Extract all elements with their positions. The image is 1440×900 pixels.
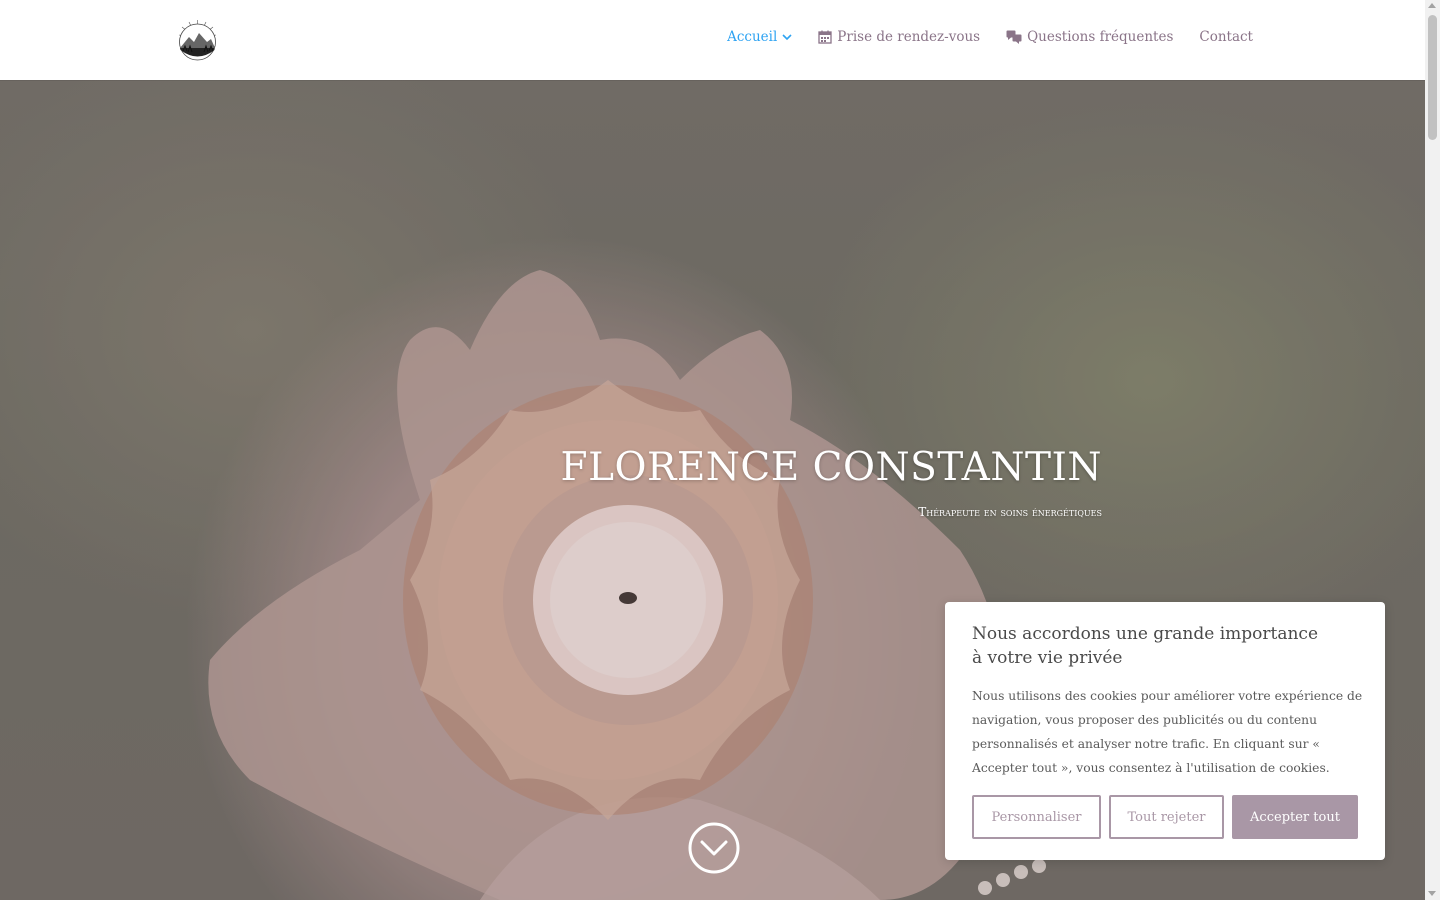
- hero-title: FLORENCE CONSTANTIN: [560, 445, 1102, 490]
- nav-label-contact: Contact: [1199, 29, 1253, 45]
- main-nav: Accueil Prise de rendez-vous Questions f…: [701, 29, 1253, 45]
- cookie-title: Nous accordons une grande importance à v…: [972, 624, 1319, 668]
- scroll-up-arrow-icon[interactable]: [1428, 3, 1436, 8]
- accept-all-button[interactable]: Accepter tout: [1232, 795, 1358, 839]
- cookie-buttons: Personnaliser Tout rejeter Accepter tout: [972, 795, 1358, 839]
- nav-item-rendez-vous[interactable]: Prise de rendez-vous: [818, 29, 980, 45]
- personalize-button[interactable]: Personnaliser: [972, 795, 1101, 839]
- nav-item-contact[interactable]: Contact: [1199, 29, 1253, 45]
- chat-bubbles-icon: [1006, 30, 1022, 44]
- page-scrollbar[interactable]: [1425, 0, 1440, 900]
- cookie-text: Nous utilisons des cookies pour améliore…: [972, 689, 1363, 775]
- nav-label-rendez-vous: Prise de rendez-vous: [837, 29, 981, 45]
- nav-label-faq: Questions fréquentes: [1027, 29, 1174, 45]
- cookie-consent-banner: Nous accordons une grande importance à v…: [945, 602, 1385, 860]
- nav-item-accueil[interactable]: Accueil: [727, 29, 792, 45]
- hero-subtitle: Thérapeute en soins énergétiques: [918, 505, 1102, 519]
- chevron-down-icon: [782, 33, 792, 41]
- nav-label-accueil: Accueil: [727, 29, 778, 45]
- chevron-circle-down-icon[interactable]: [687, 821, 741, 875]
- site-header: Accueil Prise de rendez-vous Questions f…: [0, 0, 1425, 80]
- scroll-down-arrow-icon[interactable]: [1428, 891, 1436, 896]
- scrollbar-thumb[interactable]: [1428, 15, 1437, 140]
- calendar-icon: [818, 30, 832, 44]
- reject-all-button[interactable]: Tout rejeter: [1109, 795, 1224, 839]
- nav-item-faq[interactable]: Questions fréquentes: [1006, 29, 1173, 45]
- mountain-sun-logo[interactable]: [177, 18, 218, 62]
